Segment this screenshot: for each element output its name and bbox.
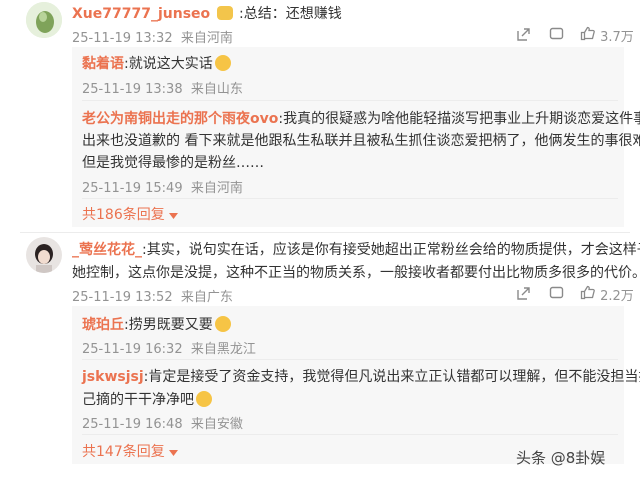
reply-text: :捞男既要又要 — [124, 317, 213, 333]
reply-username[interactable]: 琥珀丘 — [82, 317, 124, 333]
reply-text-line: 但是我觉得最惨的是粉丝…… — [82, 155, 264, 171]
reply-meta: 25-11-19 16:48 来自安徽 — [82, 413, 243, 432]
reply-date: 25-11-19 16:32 — [82, 342, 183, 357]
laugh-emoji-icon — [214, 55, 231, 71]
comment-date: 25-11-19 13:52 — [72, 290, 173, 305]
like-icon — [580, 26, 595, 41]
reply-text-line: 出来也没道歉的 看下来就是他跟私生私联并且被私生抓住谈恋爱把柄了，他俩发生的事很… — [82, 133, 640, 149]
comment-text-line: :其实，说句实在话，应该是你有接受她超出正常粉丝会给的物质提供，才会这样子受 — [142, 242, 640, 258]
more-replies-label: 共147条回复 — [82, 444, 165, 460]
reply-date: 25-11-19 13:38 — [82, 82, 183, 97]
reply-username[interactable]: jskwsjsj — [82, 369, 144, 385]
like-count: 3.7万 — [600, 30, 634, 45]
reply-meta: 25-11-19 13:38 来自山东 — [82, 78, 243, 97]
reply-location: 来自河南 — [190, 181, 243, 196]
comment-text-line: _莺丝花花_:其实，说句实在话，应该是你有接受她超出正常粉丝会给的物质提供，才会… — [72, 239, 640, 259]
reply-meta: 25-11-19 16:32 来自黑龙江 — [82, 338, 256, 357]
share-icon — [517, 28, 530, 41]
comment-date: 25-11-19 13:32 — [72, 31, 173, 46]
like-button[interactable]: 3.7万 — [580, 26, 634, 45]
divider — [82, 359, 618, 360]
reply-item: 黏着语:就说这大实话 — [82, 53, 231, 73]
avatar-image — [26, 237, 62, 273]
chevron-down-icon — [169, 450, 179, 456]
share-button[interactable] — [516, 286, 531, 305]
reply-location: 来自山东 — [190, 82, 243, 97]
comment-username[interactable]: _莺丝花花_ — [72, 242, 142, 258]
reply-location: 来自安徽 — [190, 417, 243, 432]
like-button[interactable]: 2.2万 — [580, 285, 634, 304]
more-replies-link[interactable]: 共186条回复 — [82, 204, 179, 224]
comment-text-line: 她控制，这点你是没提，这种不正当的物质关系，一般接收者都要付出比物质多很多的代价… — [72, 265, 640, 281]
more-replies-label: 共186条回复 — [82, 207, 165, 223]
dizzy-emoji-icon — [196, 391, 212, 407]
reply-text: :就说这大实话 — [124, 56, 213, 72]
reply-date: 25-11-19 16:48 — [82, 417, 183, 432]
comment-icon — [549, 27, 564, 40]
comment-button[interactable] — [549, 286, 564, 305]
comment-button[interactable] — [549, 27, 564, 46]
comment-text: :总结：还想赚钱 — [239, 6, 342, 22]
reply-text-line: :我真的很疑惑为啥他能轻描淡写把事业上升期谈恋爱这件事讲 — [278, 111, 640, 127]
watermark: 头条 @8卦娱 — [516, 449, 606, 467]
avatar-image — [26, 2, 62, 38]
reply-location: 来自黑龙江 — [190, 342, 256, 357]
reply-text-line-wrap: 己摘的干干净净吧 — [82, 389, 212, 409]
reply-meta: 25-11-19 15:49 来自河南 — [82, 177, 243, 196]
divider — [82, 434, 618, 435]
reply-item: jskwsjsj:肯定是接受了资金支持，我觉得但凡说出来立正认错都可以理解，但不… — [82, 366, 640, 386]
avatar[interactable] — [26, 2, 62, 38]
share-button[interactable] — [516, 27, 531, 46]
reply-text-line: :肯定是接受了资金支持，我觉得但凡说出来立正认错都可以理解，但不能没担当把自 — [143, 369, 640, 385]
avatar[interactable] — [26, 237, 62, 273]
reply-date: 25-11-19 15:49 — [82, 181, 183, 196]
like-icon — [580, 285, 595, 300]
comment-header: Xue77777_junseo :总结：还想赚钱 — [72, 3, 342, 23]
vip-badge-icon — [216, 6, 233, 20]
reply-username[interactable]: 黏着语 — [82, 56, 124, 72]
comment-location: 来自广东 — [180, 290, 233, 305]
share-icon — [517, 287, 530, 300]
comment-meta: 25-11-19 13:32 来自河南 — [72, 27, 233, 46]
reply-text-line: 己摘的干干净净吧 — [82, 392, 194, 408]
comment-location: 来自河南 — [180, 31, 233, 46]
comment-username[interactable]: Xue77777_junseo — [72, 6, 210, 22]
divider — [82, 198, 618, 199]
divider — [82, 100, 618, 101]
reply-username[interactable]: 老公为南铜出走的那个雨夜ovo — [82, 111, 278, 127]
more-replies-link[interactable]: 共147条回复 — [82, 441, 179, 461]
comment-meta: 25-11-19 13:52 来自广东 — [72, 286, 233, 305]
crying-emoji-icon — [214, 316, 231, 332]
reply-item: 老公为南铜出走的那个雨夜ovo:我真的很疑惑为啥他能轻描淡写把事业上升期谈恋爱这… — [82, 108, 640, 128]
chevron-down-icon — [169, 213, 179, 219]
comment-icon — [549, 286, 564, 299]
comment-divider — [20, 232, 630, 233]
reply-item: 琥珀丘:捞男既要又要 — [82, 314, 231, 334]
like-count: 2.2万 — [600, 289, 634, 304]
